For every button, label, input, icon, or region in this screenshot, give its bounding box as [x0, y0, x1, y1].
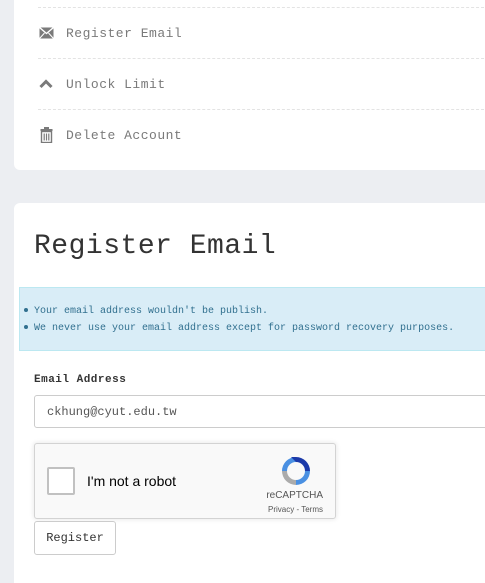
menu-item-label: Unlock Limit [66, 76, 166, 92]
register-email-panel: Register Email Your email address wouldn… [14, 203, 485, 583]
bullet-icon [24, 325, 28, 330]
page-title: Register Email [34, 231, 277, 262]
recaptcha-privacy-terms-link[interactable]: Privacy - Terms [268, 505, 323, 514]
info-alert: Your email address wouldn't be publish. … [19, 287, 485, 351]
info-text: We never use your email address except f… [34, 323, 455, 334]
recaptcha-checkbox[interactable] [47, 467, 75, 495]
account-menu: Register Email Unlock Limit Delete Accou… [14, 0, 485, 170]
recaptcha-brand: reCAPTCHA [266, 490, 323, 501]
email-label: Email Address [34, 374, 127, 386]
email-field[interactable] [34, 395, 485, 428]
recaptcha-widget: I'm not a robot reCAPTCHA Privacy - Term… [34, 443, 336, 519]
menu-item-unlock-limit[interactable]: Unlock Limit [38, 58, 485, 109]
info-item: Your email address wouldn't be publish. [24, 306, 268, 317]
trash-icon [38, 127, 54, 143]
recaptcha-label: I'm not a robot [87, 473, 177, 489]
info-item: We never use your email address except f… [24, 323, 454, 334]
bullet-icon [24, 308, 28, 313]
chevron-up-icon [38, 76, 54, 92]
register-button[interactable]: Register [34, 521, 116, 555]
envelope-icon [38, 25, 54, 41]
menu-item-label: Register Email [66, 25, 183, 41]
menu-item-register-email[interactable]: Register Email [38, 7, 485, 58]
recaptcha-logo-icon [279, 454, 313, 488]
menu-item-label: Delete Account [66, 127, 183, 143]
info-text: Your email address wouldn't be publish. [34, 306, 269, 317]
menu-item-delete-account[interactable]: Delete Account [38, 109, 485, 160]
